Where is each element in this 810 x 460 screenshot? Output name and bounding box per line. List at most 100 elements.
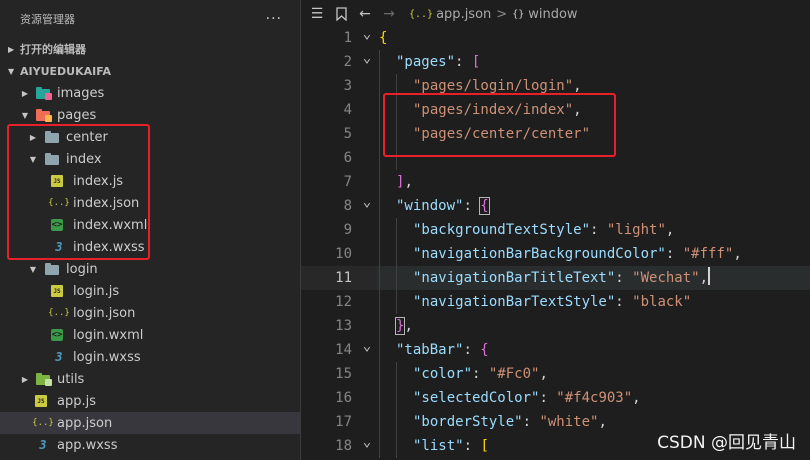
tree-item-center[interactable]: ▶ center <box>0 126 300 148</box>
tree-item-login-wxss[interactable]: 3 login.wxss <box>0 346 300 368</box>
code-text: "list": [ <box>413 434 489 458</box>
line-number: 18 <box>335 438 352 454</box>
breadcrumb-file[interactable]: app.json <box>436 7 491 22</box>
punctuation: , <box>539 366 548 382</box>
chevron-right-icon[interactable]: ▶ <box>26 133 40 142</box>
code-text: "backgroundTextStyle": "light", <box>413 218 674 242</box>
tree-item-index-js[interactable]: JS index.js <box>0 170 300 192</box>
tree-item-utils[interactable]: ▶ utils <box>0 368 300 390</box>
json-string: "#fff" <box>682 246 734 262</box>
more-actions-icon[interactable]: ··· <box>266 11 282 27</box>
chevron-down-icon[interactable]: ▼ <box>26 155 40 164</box>
tree-item-index-wxml[interactable]: <> index.wxml <box>0 214 300 236</box>
fold-chevron-icon[interactable]: ⌄ <box>361 50 373 66</box>
chevron-right-icon[interactable]: ▶ <box>18 89 32 98</box>
json-key: "window" <box>396 198 464 214</box>
tree-item-label: images <box>57 85 105 101</box>
line-number: 7 <box>343 174 352 190</box>
punctuation: , <box>404 174 413 190</box>
chevron-right-icon[interactable]: ▶ <box>18 375 32 384</box>
chevron-down-icon[interactable]: ▼ <box>18 111 32 120</box>
indent-guide <box>396 218 397 242</box>
code-line[interactable]: 2 ⌄ "pages": [ <box>301 50 810 74</box>
breadcrumb-separator: > <box>496 6 508 22</box>
tree-item-label: index.wxml <box>73 217 148 233</box>
code-line[interactable]: 4 "pages/index/index", <box>301 98 810 122</box>
code-line[interactable]: 6 <box>301 146 810 170</box>
tree-item-app-json[interactable]: {..} app.json <box>0 412 300 434</box>
breadcrumb-symbol[interactable]: window <box>528 7 577 22</box>
json-key: "borderStyle" <box>413 414 523 430</box>
punctuation: , <box>665 222 675 238</box>
fold-chevron-icon[interactable]: ⌄ <box>361 194 373 210</box>
chevron-right-icon: ▶ <box>8 44 15 54</box>
tree-item-index-wxss[interactable]: 3 index.wxss <box>0 236 300 258</box>
tree-item-app-wxss[interactable]: 3 app.wxss <box>0 434 300 456</box>
list-icon[interactable]: ☰ <box>305 2 329 26</box>
project-section[interactable]: ▼ AIYUEDUKAIFA <box>0 60 300 82</box>
fold-chevron-icon[interactable]: ⌄ <box>361 26 373 42</box>
tree-item-app-js[interactable]: JS app.js <box>0 390 300 412</box>
tree-item-login-js[interactable]: JS login.js <box>0 280 300 302</box>
code-text: }, <box>394 314 413 338</box>
indent-guide <box>396 410 397 434</box>
tree-item-label: pages <box>57 107 97 123</box>
code-line[interactable]: 3 "pages/login/login", <box>301 74 810 98</box>
json-key: "navigationBarTextStyle" <box>413 294 616 310</box>
fold-chevron-icon[interactable]: ⌄ <box>361 338 373 354</box>
tree-item-login-wxml[interactable]: <> login.wxml <box>0 324 300 346</box>
code-line[interactable]: 16 "selectedColor": "#f4c903", <box>301 386 810 410</box>
tree-item-login-json[interactable]: {..} login.json <box>0 302 300 324</box>
bookmark-icon[interactable] <box>329 2 353 26</box>
code-text: "navigationBarTitleText": "Wechat", <box>413 266 711 290</box>
indent-guide <box>379 338 380 362</box>
line-number: 4 <box>343 102 352 118</box>
code-line[interactable]: 12 "navigationBarTextStyle": "black" <box>301 290 810 314</box>
code-line[interactable]: 8 ⌄ "window": { <box>301 194 810 218</box>
forward-arrow-icon[interactable]: → <box>377 2 401 26</box>
code-content: "window": { <box>377 194 810 218</box>
wxss-file-icon: 3 <box>55 240 63 254</box>
wxss-file-icon: 3 <box>39 438 47 452</box>
code-line[interactable]: 9 "backgroundTextStyle": "light", <box>301 218 810 242</box>
open-editors-section[interactable]: ▶ 打开的编辑器 <box>0 38 300 60</box>
wxss-file-icon: 3 <box>55 350 63 364</box>
indent-guide <box>379 386 380 410</box>
tree-item-label: login.wxml <box>73 327 144 343</box>
tree-item-pages[interactable]: ▼ pages <box>0 104 300 126</box>
indent-guide <box>396 242 397 266</box>
code-line[interactable]: 14 ⌄ "tabBar": { <box>301 338 810 362</box>
code-line[interactable]: 15 "color": "#Fc0", <box>301 362 810 386</box>
fold-chevron-icon[interactable]: ⌄ <box>361 434 373 450</box>
back-arrow-icon[interactable]: ← <box>353 2 377 26</box>
code-line[interactable]: 5 "pages/center/center" <box>301 122 810 146</box>
code-content: "pages/login/login", <box>377 74 810 98</box>
tree-item-label: login <box>66 261 98 277</box>
tree-item-index[interactable]: ▼ index <box>0 148 300 170</box>
wxml-file-icon: <> <box>51 329 63 341</box>
tree-item-label: center <box>66 129 108 145</box>
tree-item-label: login.js <box>73 283 120 299</box>
code-content: "navigationBarTitleText": "Wechat", <box>377 266 810 290</box>
tree-item-images[interactable]: ▶ images <box>0 82 300 104</box>
indent-guide <box>396 122 397 146</box>
tree-item-label: app.json <box>57 415 113 431</box>
code-line[interactable]: 11 "navigationBarTitleText": "Wechat", <box>301 266 810 290</box>
code-line[interactable]: 13}, <box>301 314 810 338</box>
json-key: "navigationBarTitleText" <box>413 270 616 286</box>
indent-guide <box>379 314 380 338</box>
tree-item-label: login.json <box>73 305 136 321</box>
code-content: ], <box>377 170 810 194</box>
images-folder-icon <box>35 86 52 100</box>
code-line[interactable]: 10 "navigationBarBackgroundColor": "#fff"… <box>301 242 810 266</box>
chevron-down-icon[interactable]: ▼ <box>26 265 40 274</box>
code-line[interactable]: 7], <box>301 170 810 194</box>
editor-toolbar: ☰ ← → {..} app.json > {} window <box>301 0 810 28</box>
code-text: "pages/login/login", <box>413 74 582 98</box>
tree-item-index-json[interactable]: {..} index.json <box>0 192 300 214</box>
tree-item-login[interactable]: ▼ login <box>0 258 300 280</box>
punctuation: : <box>522 414 540 430</box>
code-line[interactable]: 1 ⌄ { <box>301 26 810 50</box>
code-text: ], <box>396 170 413 194</box>
json-key: "selectedColor" <box>413 390 540 406</box>
